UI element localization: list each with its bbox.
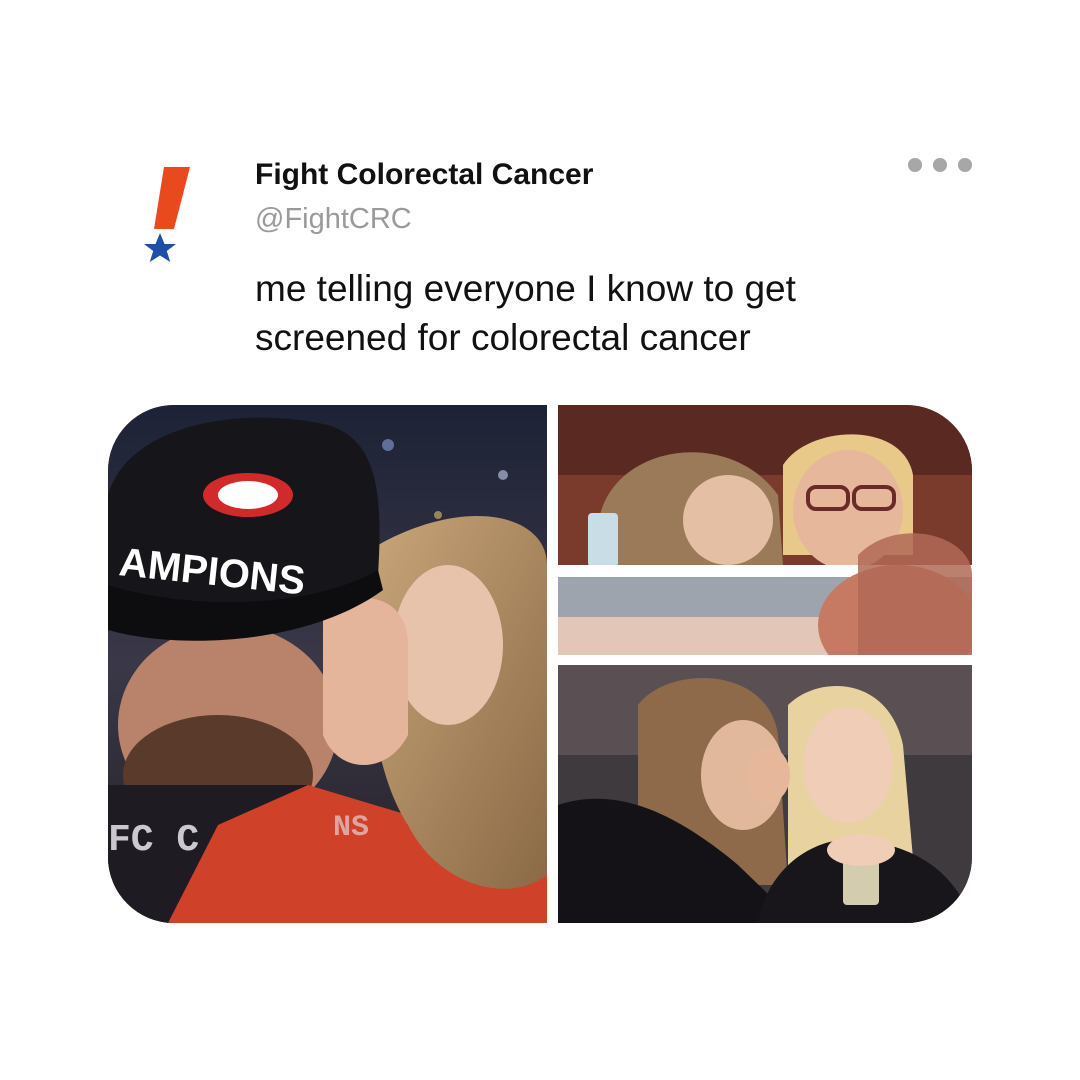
tweet-text: me telling everyone I know to get screen… bbox=[255, 264, 975, 362]
media-photo-celebration[interactable]: AMPIONS FC C NS bbox=[108, 405, 547, 923]
banner-text: FC C bbox=[108, 819, 199, 862]
banner-text-2: NS bbox=[333, 811, 369, 845]
tweet-media-grid[interactable]: AMPIONS FC C NS bbox=[108, 405, 972, 923]
more-options-icon[interactable] bbox=[906, 155, 974, 173]
media-photo-game-whisper[interactable] bbox=[558, 665, 972, 923]
star-icon bbox=[144, 233, 176, 262]
fightcrc-logo[interactable] bbox=[140, 165, 200, 270]
tweet-text-line: screened for colorectal cancer bbox=[255, 317, 751, 358]
tweet-text-line: me telling everyone I know to get bbox=[255, 268, 796, 309]
exclamation-icon bbox=[154, 167, 190, 229]
media-photo-suite-whisper[interactable] bbox=[558, 405, 972, 655]
account-handle[interactable]: @FightCRC bbox=[255, 203, 412, 236]
account-name[interactable]: Fight Colorectal Cancer bbox=[255, 158, 593, 192]
